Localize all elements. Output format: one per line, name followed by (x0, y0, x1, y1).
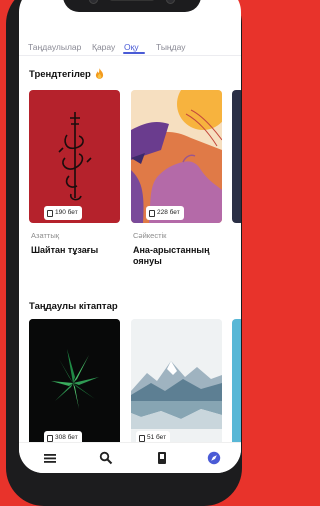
book-cover-partial[interactable] (232, 319, 241, 446)
sensor-icon (166, 0, 175, 4)
book-title-line: оянуы (133, 256, 162, 266)
book-title[interactable]: Ана-арыстанның оянуы (133, 245, 210, 267)
page-count: 190 бет (55, 209, 78, 216)
book-category: Азаттық (31, 231, 59, 240)
app-screen: Таңдаулылар Қарау Оқу Тыңдау Трендтегіле… (19, 0, 241, 473)
search-icon[interactable] (99, 451, 113, 465)
tab-listen[interactable]: Тыңдау (156, 42, 185, 52)
tab-favorites[interactable]: Таңдаулылар (28, 42, 81, 52)
phone-frame: Таңдаулылар Қарау Оқу Тыңдау Трендтегіле… (6, 0, 242, 506)
book-icon (47, 209, 53, 217)
book-cover-lioness[interactable]: 228 бет (131, 90, 222, 223)
lioness-illustration (131, 90, 222, 223)
active-tab-indicator (123, 52, 145, 54)
book-cover-mountains[interactable]: 51 бет (131, 319, 222, 446)
trending-section-title: Трендтегілер (29, 68, 104, 80)
bottom-navigation (19, 442, 241, 473)
book-cover-partial[interactable] (232, 90, 241, 223)
tab-read[interactable]: Оқу (124, 42, 139, 52)
favorites-section-title: Таңдаулы кітаптар (29, 301, 118, 312)
book-cover-dark-leaf[interactable]: 308 бет (29, 319, 120, 446)
book-icon (149, 209, 155, 217)
tab-divider (19, 55, 241, 56)
fire-icon (96, 68, 104, 79)
speaker-grille (110, 0, 154, 1)
book-cover-shaitan[interactable]: 190 бет (29, 90, 120, 223)
calligraphy-illustration (58, 112, 92, 201)
camera-icon (89, 0, 98, 4)
compass-icon[interactable] (207, 451, 221, 465)
book-icon[interactable] (155, 451, 169, 465)
page-count-badge: 228 бет (146, 206, 184, 220)
page-count-badge: 190 бет (44, 206, 82, 220)
notch (63, 0, 201, 12)
page-count: 228 бет (157, 209, 180, 216)
leaf-illustration (29, 319, 120, 446)
mountain-illustration (131, 319, 222, 446)
book-title-line: Ана-арыстанның (133, 245, 210, 255)
book-icon (47, 434, 53, 442)
tab-watch[interactable]: Қарау (92, 42, 115, 52)
menu-icon[interactable] (43, 451, 57, 465)
trending-title-text: Трендтегілер (29, 69, 91, 80)
book-icon (139, 434, 145, 442)
book-title[interactable]: Шайтан тұзағы (31, 245, 98, 256)
book-category: Сәйкестік (133, 231, 167, 240)
